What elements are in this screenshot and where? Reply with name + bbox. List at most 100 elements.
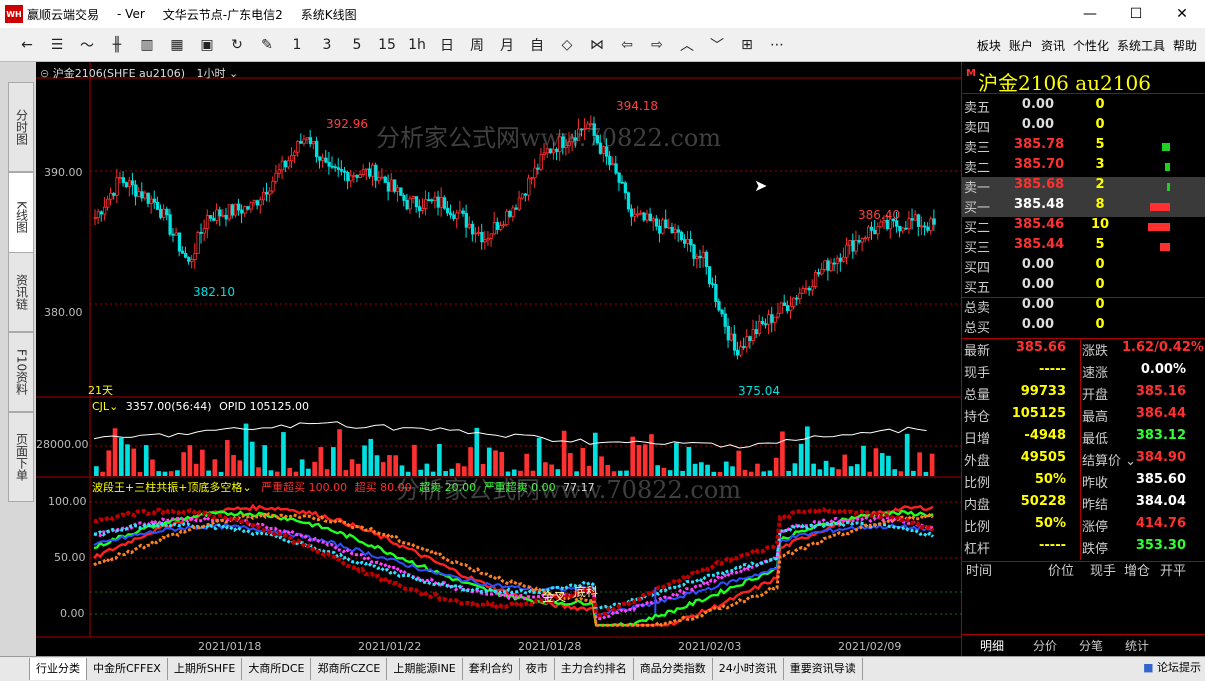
tab-detail[interactable]: 明细 (962, 635, 1022, 656)
ask-row-2[interactable]: 卖二 385.70 3 (962, 157, 1205, 177)
tab-order[interactable]: 页面下单 (8, 412, 34, 502)
status-industry[interactable]: 行业分类 (30, 658, 87, 680)
candle-body (480, 231, 484, 243)
ask-row-5[interactable]: 卖五 0.00 0 (962, 97, 1205, 117)
status-dce[interactable]: 大商所DCE (242, 658, 312, 680)
menu-tools[interactable]: 系统工具 (1117, 37, 1165, 54)
bid-row-5[interactable]: 买五 0.00 0 (962, 277, 1205, 297)
volume-name[interactable]: CJL (92, 400, 109, 413)
candle-body (243, 206, 247, 214)
close-button[interactable]: ✕ (1159, 0, 1205, 28)
period-custom[interactable]: 自 (522, 31, 552, 59)
depth-bar (1150, 203, 1170, 211)
row-volume: 0 (1095, 317, 1105, 332)
status-ranking[interactable]: 主力合约排名 (555, 658, 634, 680)
period-15[interactable]: 15 (372, 31, 402, 59)
status-cffex[interactable]: 中金所CFFEX (87, 658, 168, 680)
status-ine[interactable]: 上期能源INE (387, 658, 463, 680)
diamond-icon[interactable]: ◇ (552, 31, 582, 59)
link-icon[interactable]: ⊝ (40, 67, 49, 80)
more-icon[interactable]: ⋯ (762, 31, 792, 59)
status-arbitrage[interactable]: 套利合约 (463, 658, 520, 680)
arrow-right-icon[interactable]: ⇨ (642, 31, 672, 59)
period-3[interactable]: 3 (312, 31, 342, 59)
candle-body (651, 218, 656, 222)
tab-statistics[interactable]: 统计 (1114, 635, 1160, 656)
volume-bar (848, 466, 854, 476)
back-icon[interactable]: ← (12, 31, 42, 59)
bid-row-2[interactable]: 买二 385.46 10 (962, 217, 1205, 237)
menu-account[interactable]: 账户 (1009, 37, 1033, 54)
period-select[interactable]: 1小时 (197, 67, 226, 80)
tab-timeshare[interactable]: 分时图 (8, 82, 34, 172)
menu-personalize[interactable]: 个性化 (1073, 37, 1109, 54)
candle-body (511, 207, 515, 217)
ask-row-4[interactable]: 卖四 0.00 0 (962, 117, 1205, 137)
chevron-down-icon[interactable]: ⌄ (109, 400, 118, 413)
layout-icon[interactable]: ⊞ (732, 31, 762, 59)
period-week[interactable]: 周 (462, 31, 492, 59)
ask-row-1[interactable]: 卖一 385.68 2 (962, 177, 1205, 197)
status-czce[interactable]: 郑商所CZCE (311, 658, 388, 680)
chevron-down-icon[interactable]: ⌄ (226, 67, 238, 80)
candle-body (358, 174, 362, 178)
bid-row-3[interactable]: 买三 385.44 5 (962, 237, 1205, 257)
candle-body (140, 191, 144, 199)
menu-help[interactable]: 帮助 (1173, 37, 1197, 54)
chart-area[interactable]: ⊝ 沪金2106(SHFE au2106) 1小时 ⌄ 分析家公式网www.70… (36, 62, 962, 656)
minimize-button[interactable]: — (1067, 0, 1113, 28)
ask-row-3[interactable]: 卖三 385.78 5 (962, 137, 1205, 157)
volume-bar (748, 471, 754, 476)
candle-body (813, 272, 818, 287)
line-chart-icon[interactable]: 〜 (72, 31, 102, 59)
refresh-icon[interactable]: ↻ (222, 31, 252, 59)
status-24h-news[interactable]: 24小时资讯 (713, 658, 784, 680)
total-row-1[interactable]: 总买 0.00 0 (962, 317, 1205, 337)
status-night[interactable]: 夜市 (520, 658, 555, 680)
multi-chart-icon[interactable]: ▦ (162, 31, 192, 59)
candle-body (533, 167, 537, 179)
arrow-left-icon[interactable]: ⇦ (612, 31, 642, 59)
list-icon[interactable]: ☰ (42, 31, 72, 59)
candle-body (879, 221, 883, 228)
volume-bar (886, 455, 891, 476)
candle-body (499, 225, 503, 230)
candle-body (224, 214, 228, 220)
tab-kline[interactable]: K线图 (8, 172, 34, 262)
chevron-down-icon[interactable]: ﹀ (702, 31, 732, 59)
menu-sector[interactable]: 板块 (977, 37, 1001, 54)
status-key-news[interactable]: 重要资讯导读 (784, 658, 863, 680)
tab-infochain[interactable]: 资讯链 (8, 252, 34, 332)
save-icon[interactable]: ▣ (192, 31, 222, 59)
candle-body (661, 219, 665, 234)
candle-body (779, 302, 783, 314)
bid-row-1[interactable]: 买一 385.48 8 (962, 197, 1205, 217)
period-1h[interactable]: 1h (402, 31, 432, 59)
bid-row-4[interactable]: 买四 0.00 0 (962, 257, 1205, 277)
tab-price-dist[interactable]: 分价 (1022, 635, 1068, 656)
chevron-down-icon[interactable]: ⌄ (242, 481, 251, 494)
bar-icon[interactable]: ╫ (102, 31, 132, 59)
bowtie-icon[interactable]: ⋈ (582, 31, 612, 59)
tab-f10[interactable]: F10资料 (8, 332, 34, 412)
indicator-name[interactable]: 波段王+三柱共振+顶底多空格 (92, 481, 242, 494)
maximize-button[interactable]: ☐ (1113, 0, 1159, 28)
period-5[interactable]: 5 (342, 31, 372, 59)
stat-label: 最低 (1082, 432, 1109, 447)
forum-tip[interactable]: ■ 论坛提示 (1139, 659, 1201, 675)
low-label-1: 382.10 (193, 285, 235, 299)
row-volume: 5 (1095, 237, 1105, 252)
volume-bar (293, 471, 299, 476)
period-1[interactable]: 1 (282, 31, 312, 59)
chevron-up-icon[interactable]: ︿ (672, 31, 702, 59)
menu-news[interactable]: 资讯 (1041, 37, 1065, 54)
candlestick-icon[interactable]: ▥ (132, 31, 162, 59)
draw-icon[interactable]: ✎ (252, 31, 282, 59)
status-index[interactable]: 商品分类指数 (634, 658, 713, 680)
tab-ticks[interactable]: 分笔 (1068, 635, 1114, 656)
candle-body (742, 346, 746, 348)
total-row-0[interactable]: 总卖 0.00 0 (962, 297, 1205, 317)
period-day[interactable]: 日 (432, 31, 462, 59)
status-shfe[interactable]: 上期所SHFE (168, 658, 243, 680)
period-month[interactable]: 月 (492, 31, 522, 59)
